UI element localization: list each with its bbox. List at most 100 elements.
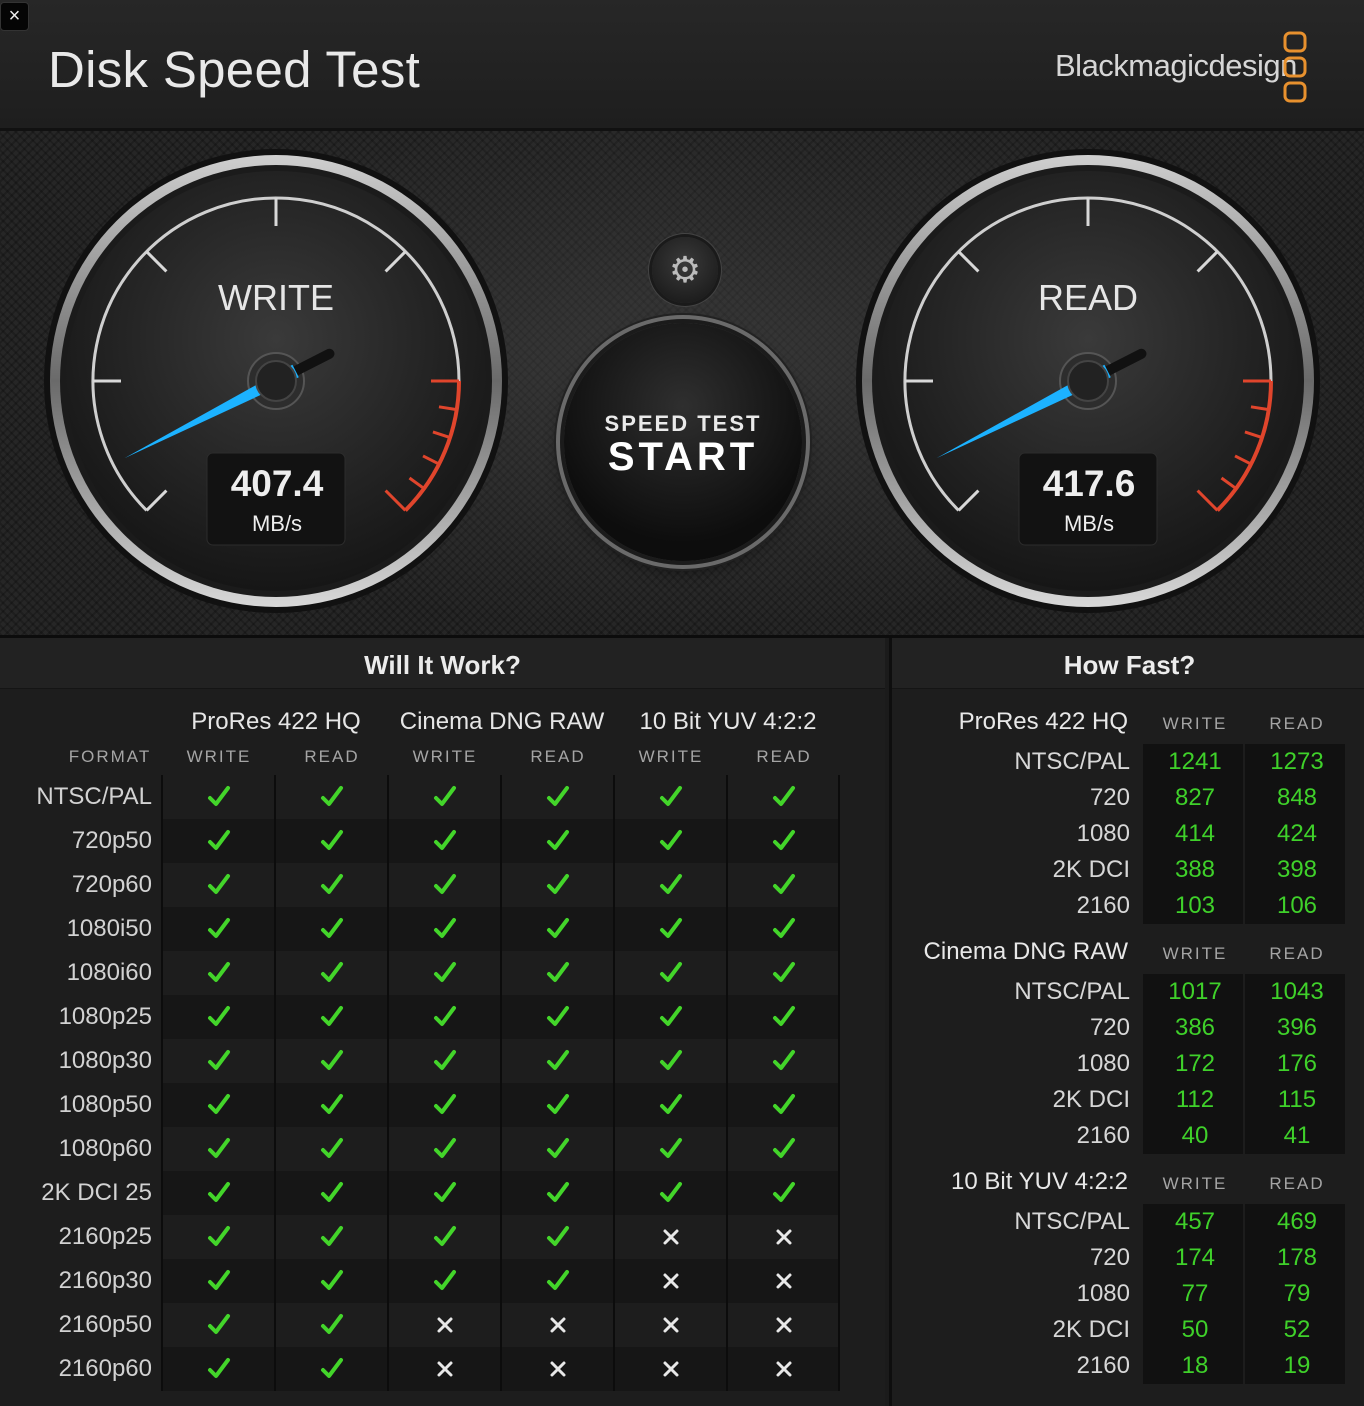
check-icon [434,1006,456,1026]
write-speed-value: 103 [1174,892,1216,919]
check-icon [208,962,230,982]
check-icon [434,1226,456,1246]
cross-icon [663,1229,679,1245]
how-fast-title: How Fast? [892,638,1364,689]
result-cell [276,775,388,819]
resolution-label: 2K DCI [1052,856,1130,883]
check-icon [660,830,682,850]
read-speed-value: 176 [1276,1050,1318,1077]
read-gauge [856,149,1320,613]
check-icon [208,1314,230,1334]
format-label: 1080p25 [58,1003,152,1030]
start-button[interactable]: SPEED TEST START [564,323,802,561]
check-icon [434,1094,456,1114]
result-cell [728,1083,840,1127]
check-icon [773,830,795,850]
check-icon [547,962,569,982]
write-speed-value: 388 [1174,856,1216,883]
settings-button[interactable]: ⚙ [652,237,718,303]
read-speed-value: 178 [1276,1244,1318,1271]
result-cell [163,863,275,907]
resolution-label: 720 [1089,784,1130,811]
check-icon [660,1138,682,1158]
result-cell [502,995,614,1039]
column-divider [274,775,276,1391]
format-label: 2K DCI 25 [41,1179,152,1206]
check-icon [321,1006,343,1026]
write-speed-readout: 407.4 MB/s [209,463,345,537]
check-icon [434,1050,456,1070]
check-icon [321,1314,343,1334]
cross-icon [776,1361,792,1377]
check-icon [547,1006,569,1026]
check-icon [547,1094,569,1114]
read-column-header: READ [756,747,812,766]
resolution-label: 1080 [1076,1050,1130,1077]
column-divider [613,775,615,1391]
result-cell [615,819,727,863]
cross-icon [776,1273,792,1289]
check-icon [321,918,343,938]
read-speed-value: 469 [1276,1208,1318,1235]
check-icon [773,874,795,894]
write-speed-unit: MB/s [251,511,303,536]
result-cell [728,907,840,951]
result-cell [163,1303,275,1347]
how-fast-panel: How Fast? ProRes 422 HQ WRITE READ NTSC/PAL… [889,638,1364,1406]
check-icon [773,1050,795,1070]
result-cell [615,1171,727,1215]
format-label: 1080p60 [58,1135,152,1162]
check-icon [547,1138,569,1158]
write-column-header: WRITE [186,747,252,766]
result-cell [389,1127,501,1171]
title-bar: × Disk Speed Test Blackmagicdesign [0,0,1364,131]
result-cell [389,995,501,1039]
result-cell [502,1083,614,1127]
result-cell [615,907,727,951]
check-icon [773,1138,795,1158]
read-column-header: READ [1269,714,1325,733]
format-label: 1080p50 [58,1091,152,1118]
read-speed-unit: MB/s [1063,511,1115,536]
format-label: 1080i50 [66,915,152,942]
result-cell [276,1127,388,1171]
result-cell [728,995,840,1039]
check-icon [208,830,230,850]
result-cell [389,819,501,863]
result-cell [163,951,275,995]
format-label: 2160p30 [58,1267,152,1294]
will-it-work-panel: Will It Work? ProRes 422 HQ Cinema DNG RA… [0,638,885,1406]
gauge-panel: WRITE 407.4 MB/s READ 417.6 MB/s ⚙ SPEED… [0,131,1364,638]
write-speed-value: 414 [1174,820,1216,847]
result-cell [276,907,388,951]
cross-icon [663,1273,679,1289]
result-cell [502,1215,614,1259]
close-button[interactable]: × [0,2,29,31]
cross-icon [663,1361,679,1377]
format-label: 2160p50 [58,1311,152,1338]
check-icon [547,874,569,894]
brand-name: Blackmagicdesign [1055,48,1297,83]
check-icon [434,830,456,850]
result-cell [276,1347,388,1391]
resolution-label: 1080 [1076,1280,1130,1307]
result-cell [276,1083,388,1127]
check-icon [321,1182,343,1202]
check-icon [773,1094,795,1114]
check-icon [321,1358,343,1378]
check-icon [434,918,456,938]
result-cell [615,775,727,819]
write-column-header: WRITE [1162,1174,1228,1193]
check-icon [208,786,230,806]
check-icon [547,1050,569,1070]
write-column-header: WRITE [1162,714,1228,733]
read-speed-value: 115 [1277,1086,1317,1113]
column-divider [726,775,728,1391]
read-column-header: READ [1269,1174,1325,1193]
check-icon [434,962,456,982]
cross-icon [437,1361,453,1377]
check-icon [660,1182,682,1202]
check-icon [434,1138,456,1158]
result-cell [163,1039,275,1083]
read-column-header: READ [1269,944,1325,963]
